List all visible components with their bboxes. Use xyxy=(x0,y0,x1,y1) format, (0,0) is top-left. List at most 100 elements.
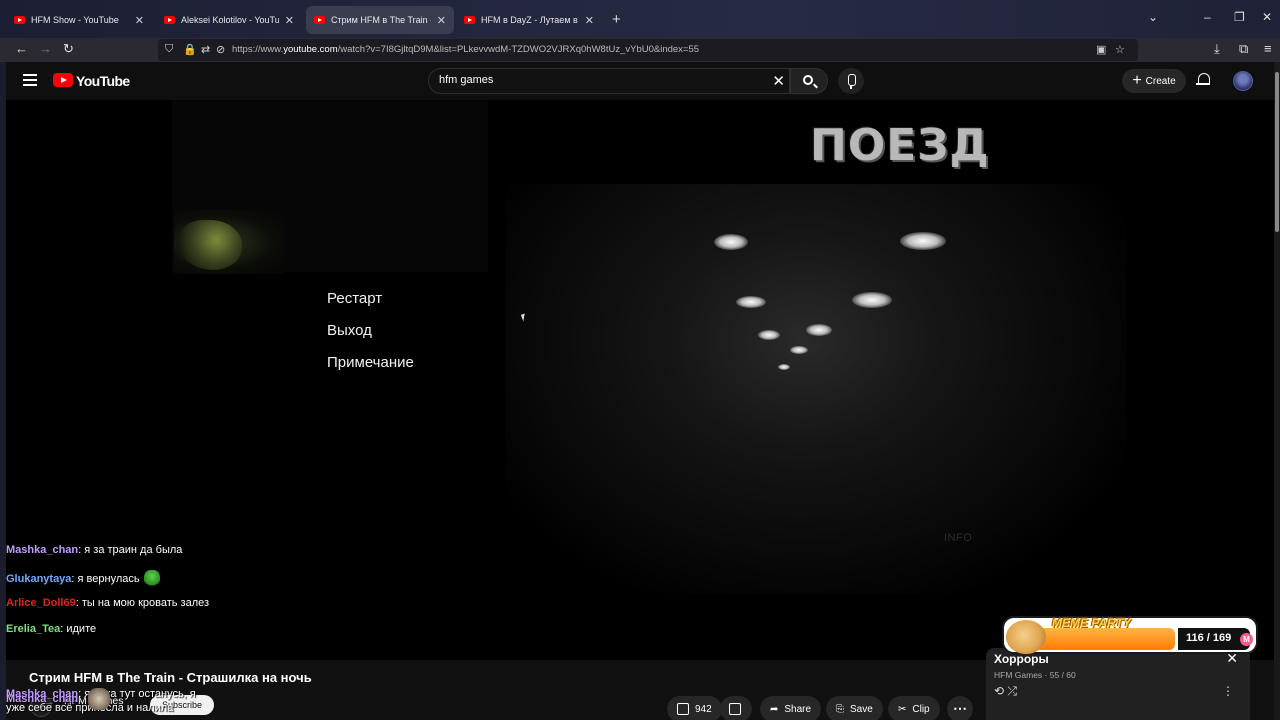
permissions-icon[interactable]: ⇄ xyxy=(201,43,210,56)
bookmark-star-icon[interactable]: ☆ xyxy=(1115,43,1125,56)
meme-badge-icon: M xyxy=(1240,633,1253,646)
menu-restart[interactable]: Рестарт xyxy=(327,290,382,307)
tab-dayz[interactable]: HFM в DayZ - Лутаем в Электро ✕ xyxy=(456,6,602,34)
playlist-title[interactable]: Хорроры xyxy=(994,652,1049,666)
loop-icon[interactable]: ⟲ xyxy=(994,684,1004,698)
chat-text: я вернулась xyxy=(77,572,140,585)
notifications-bell-icon[interactable] xyxy=(1196,72,1210,86)
youtube-page: YouTube ✕ + Create xyxy=(6,62,1274,720)
tab-list-chevron-icon[interactable]: ⌄ xyxy=(1148,10,1158,24)
new-tab-plus-icon[interactable]: + xyxy=(612,11,621,28)
shuffle-icon[interactable]: ⤮ xyxy=(1007,684,1017,698)
playlist-more-icon[interactable]: ⋮ xyxy=(1222,684,1234,698)
chat-message: Mashka_chan: xyxy=(6,688,111,710)
url-prefix: https://www. xyxy=(232,44,284,55)
chat-username: Mashka_chan xyxy=(6,692,79,705)
scissors-icon: ✂ xyxy=(898,703,907,715)
meme-party-count: 116 / 169 xyxy=(1186,632,1232,644)
back-arrow-icon[interactable]: ← xyxy=(15,41,28,56)
chat-message: Erelia_Tea: идите xyxy=(6,623,97,635)
youtube-logo-text[interactable]: YouTube xyxy=(76,73,130,89)
save-label: Save xyxy=(850,703,873,715)
chat-message: Mashka_chan: я за траин да была xyxy=(6,544,183,556)
reload-icon[interactable]: ↻ xyxy=(63,41,74,57)
create-button[interactable]: + Create xyxy=(1122,69,1186,93)
restore-icon[interactable]: ❐ xyxy=(1234,10,1245,24)
shield-icon[interactable]: ⛉ xyxy=(165,43,173,56)
tab-title: Aleksei Kolotilov - YouTube xyxy=(181,15,279,25)
menu-exit[interactable]: Выход xyxy=(327,322,372,339)
minimize-icon[interactable]: – xyxy=(1204,10,1211,24)
youtube-logo-icon[interactable] xyxy=(53,73,73,87)
clear-search-icon[interactable]: ✕ xyxy=(772,72,785,90)
playlist-controls: ⟲ ⤮ xyxy=(994,684,1017,699)
like-count: 942 xyxy=(695,703,712,715)
hamburger-menu-icon[interactable] xyxy=(23,74,37,86)
chat-username: Mashka_chan xyxy=(6,544,79,556)
tab-title: HFM в DayZ - Лутаем в Электро xyxy=(481,15,579,25)
clip-button[interactable]: ✂ Clip xyxy=(888,696,940,720)
train-corridor-scene xyxy=(506,184,1126,594)
search-icon xyxy=(803,75,813,85)
video-title: Стрим HFM в The Train - Страшилка на ноч… xyxy=(29,670,312,685)
playlist-meta: HFM Games · 55 / 60 xyxy=(994,670,1076,680)
dislike-button[interactable] xyxy=(720,696,752,720)
share-button[interactable]: ➦ Share xyxy=(760,696,822,720)
search-button[interactable] xyxy=(790,68,828,94)
close-window-icon[interactable]: ✕ xyxy=(1262,10,1272,24)
youtube-favicon-icon xyxy=(314,16,325,24)
camera-blocked-icon[interactable]: ⊘ xyxy=(216,43,225,56)
ceiling-light xyxy=(714,234,748,250)
menu-icon[interactable]: ≡ xyxy=(1264,41,1272,56)
close-tab-icon[interactable]: ✕ xyxy=(285,14,294,27)
close-tab-icon[interactable]: ✕ xyxy=(437,14,446,27)
playlist-owner[interactable]: HFM Games xyxy=(994,670,1042,680)
ceiling-light xyxy=(900,232,946,250)
tab-hfm-show[interactable]: HFM Show - YouTube ✕ xyxy=(6,6,152,34)
page-scrollbar[interactable] xyxy=(1274,62,1280,720)
close-tab-icon[interactable]: ✕ xyxy=(135,14,144,27)
youtube-favicon-icon xyxy=(164,16,175,24)
address-bar[interactable]: ⛉ 🔒 ⇄ ⊘ https://www.youtube.com/watch?v=… xyxy=(158,39,1138,61)
save-button[interactable]: ⎘ Save xyxy=(826,696,883,720)
chat-username: Glukanytaya xyxy=(6,572,72,585)
ceiling-light xyxy=(852,292,892,308)
menu-notes[interactable]: Примечание xyxy=(327,354,414,371)
url-path: /watch?v=7I8GjltqD9M&list=PLkevvwdM-TZDW… xyxy=(337,44,700,55)
save-bookmark-icon: ⎘ xyxy=(836,703,844,715)
chat-username: Arlice_Doll69 xyxy=(6,597,76,609)
meme-party-label: MEME PARTY xyxy=(1052,616,1131,630)
chat-text: ты на мою кровать залез xyxy=(81,597,210,609)
browser-window: HFM Show - YouTube ✕ Aleksei Kolotilov -… xyxy=(0,0,1280,720)
url-domain: youtube.com xyxy=(283,44,338,55)
tab-aleksei-kolotilov[interactable]: Aleksei Kolotilov - YouTube ✕ xyxy=(156,6,302,34)
search-input[interactable] xyxy=(439,74,759,86)
youtube-header: YouTube ✕ + Create xyxy=(6,62,1274,100)
account-avatar[interactable] xyxy=(1233,71,1253,91)
scrollbar-thumb[interactable] xyxy=(1275,72,1279,232)
chat-message: Arlice_Doll69: ты на мою кровать залез xyxy=(6,597,210,609)
chat-message: Glukanytaya: я вернулась xyxy=(6,570,160,588)
share-label: Share xyxy=(784,703,812,715)
url-text[interactable]: https://www.youtube.com/watch?v=7I8Gjltq… xyxy=(232,44,699,55)
close-tab-icon[interactable]: ✕ xyxy=(585,14,594,27)
chat-text: я за траин да была xyxy=(84,544,183,556)
navigation-bar: ← → ↻ ⛉ 🔒 ⇄ ⊘ https://www.youtube.com/wa… xyxy=(0,38,1280,62)
thumb-up-icon xyxy=(677,703,689,715)
like-button[interactable]: 942 xyxy=(667,696,722,720)
share-arrow-icon: ➦ xyxy=(770,703,779,715)
downloads-icon[interactable]: ⤓ xyxy=(1214,41,1220,57)
cat-emote-icon xyxy=(88,688,111,710)
more-actions-icon[interactable]: ⋯ xyxy=(947,696,973,720)
tab-train-stream[interactable]: Стрим HFM в The Train - Страшилка на ноч… xyxy=(306,6,454,34)
lock-icon[interactable]: 🔒 xyxy=(183,43,197,56)
tab-title: Стрим HFM в The Train - Страшилка на ноч… xyxy=(331,15,431,25)
extensions-icon[interactable]: ⧉ xyxy=(1239,41,1248,57)
picture-in-picture-icon[interactable]: ▣ xyxy=(1096,43,1106,56)
meme-party-widget: MEME PARTY 116 / 169 M xyxy=(1002,616,1258,654)
game-title: ПОЕЗД xyxy=(810,120,990,171)
thumb-down-icon xyxy=(729,703,741,715)
search-box[interactable]: ✕ xyxy=(428,68,790,94)
voice-search-mic-icon[interactable] xyxy=(838,68,864,94)
forward-arrow-icon[interactable]: → xyxy=(39,41,52,56)
